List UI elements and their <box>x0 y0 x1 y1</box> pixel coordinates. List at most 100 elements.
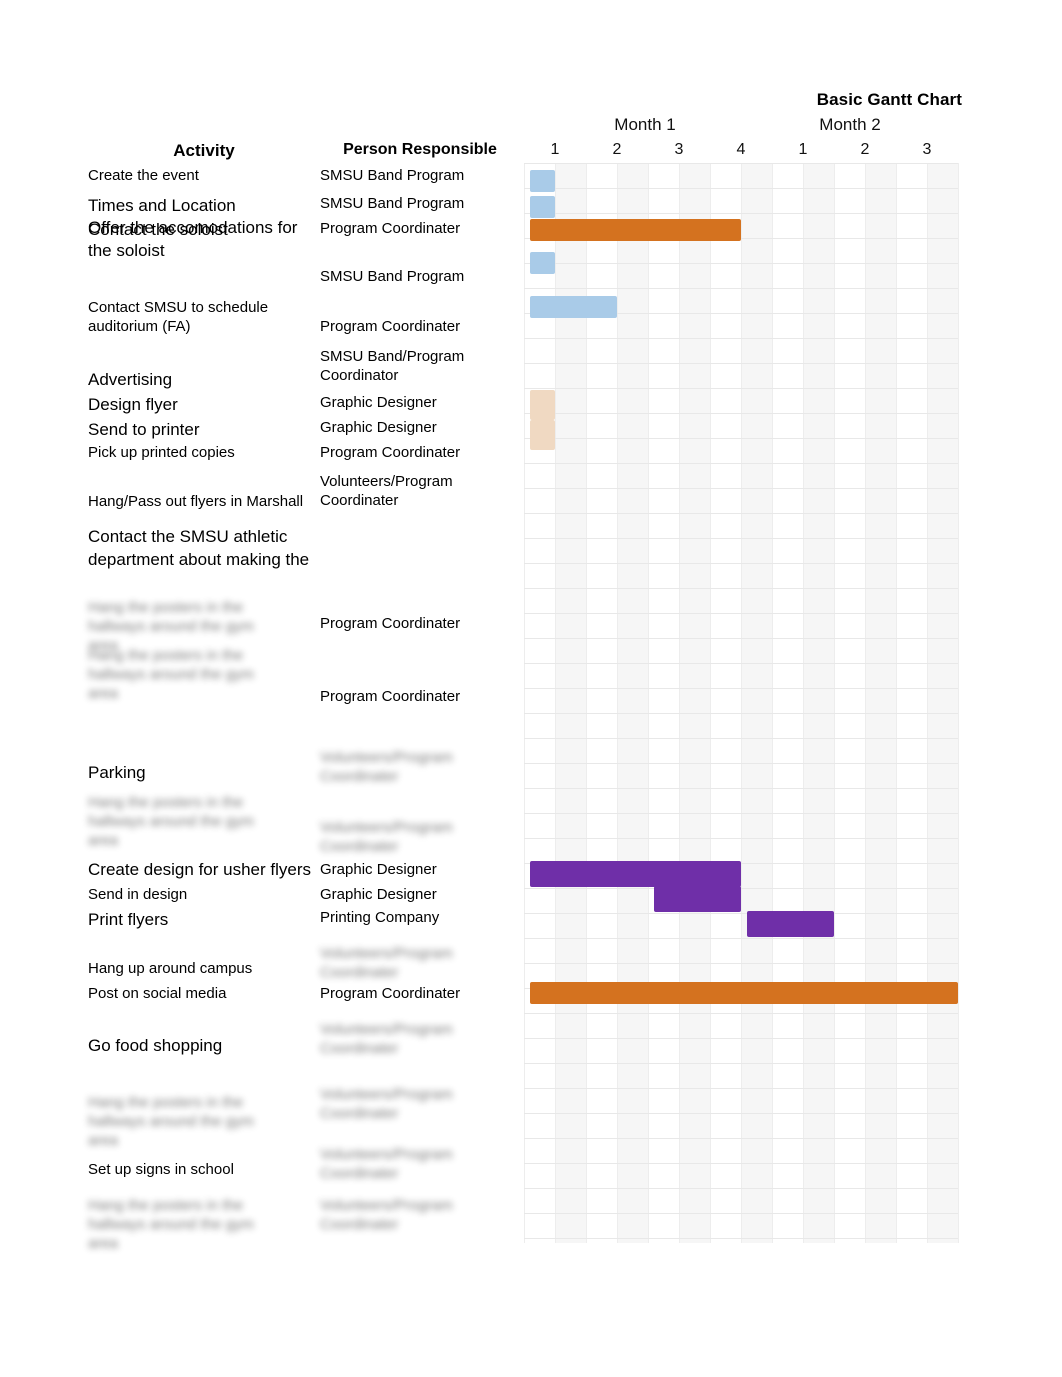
grid-column-line <box>927 163 928 1243</box>
grid-row-line <box>524 563 958 564</box>
grid-row-line <box>524 1013 958 1014</box>
grid-column <box>710 163 741 1243</box>
grid-column <box>865 163 896 1243</box>
person-responsible-cell: Volunteers/Program Coordinater <box>320 1021 453 1057</box>
activity-cell: Advertising <box>88 370 173 389</box>
month-label-1: Month 1 <box>614 115 676 134</box>
grid-column <box>524 163 555 1243</box>
activity-cell: Hang the posters in the hallways around … <box>88 1094 254 1149</box>
grid-row-line <box>524 813 958 814</box>
person-responsible-cell: Graphic Designer <box>320 419 437 436</box>
person-responsible-cell: SMSU Band Program <box>320 195 465 212</box>
grid-row-line <box>524 213 958 214</box>
person-responsible-cell: Printing Company <box>320 909 440 926</box>
activity-cell: Design flyer <box>88 395 178 414</box>
activity-cell: Parking <box>88 763 146 782</box>
grid-row-line <box>524 713 958 714</box>
column-header-activity: Activity <box>173 141 235 160</box>
grid-column-line <box>679 163 680 1243</box>
grid-column-line <box>710 163 711 1243</box>
gantt-bar[interactable] <box>530 296 617 318</box>
column-header-person-responsible: Person Responsible <box>343 141 497 158</box>
grid-column-line <box>865 163 866 1243</box>
activity-cell: Send in design <box>88 886 188 903</box>
activity-cell: Hang the posters in the hallways around … <box>88 794 254 849</box>
grid-column-line <box>586 163 587 1243</box>
activity-cell: Hang/Pass out flyers in Marshall <box>88 493 304 510</box>
person-responsible-cell: SMSU Band/Program Coordinator <box>320 348 465 384</box>
grid-row-line <box>524 1213 958 1214</box>
gantt-bar[interactable] <box>530 861 741 887</box>
activity-cell: Set up signs in school <box>88 1161 234 1178</box>
grid-column <box>927 163 958 1243</box>
grid-row-line <box>524 838 958 839</box>
activity-cell: Post on social media <box>88 985 227 1002</box>
grid-row-line <box>524 1088 958 1089</box>
gantt-grid <box>524 163 959 1243</box>
person-responsible-cell: Volunteers/Program Coordinater <box>320 473 453 509</box>
grid-row-line <box>524 788 958 789</box>
grid-column-line <box>648 163 649 1243</box>
gantt-bar[interactable] <box>530 196 555 218</box>
gantt-bar[interactable] <box>530 252 555 274</box>
grid-column <box>586 163 617 1243</box>
activity-cell: Go food shopping <box>88 1036 223 1055</box>
grid-row-line <box>524 763 958 764</box>
week-label: 2 <box>612 141 622 158</box>
grid-column-line <box>617 163 618 1243</box>
grid-row-line <box>524 1238 958 1239</box>
activity-cell: Times and Location <box>88 196 236 215</box>
grid-row-line <box>524 663 958 664</box>
grid-row-line <box>524 413 958 414</box>
grid-row-line <box>524 263 958 264</box>
grid-column-line <box>741 163 742 1243</box>
month-label-2: Month 2 <box>819 115 881 134</box>
grid-column <box>555 163 586 1243</box>
gantt-bar[interactable] <box>654 886 741 912</box>
grid-row-line <box>524 938 958 939</box>
grid-row-line <box>524 1188 958 1189</box>
grid-row-line <box>524 1163 958 1164</box>
week-label: 1 <box>798 141 808 158</box>
person-responsible-cell: Volunteers/Program Coordinater <box>320 1146 453 1182</box>
person-responsible-cell: Volunteers/Program Coordinater <box>320 749 453 785</box>
week-label: 2 <box>860 141 870 158</box>
grid-row-line <box>524 363 958 364</box>
grid-row-line <box>524 438 958 439</box>
grid-column-line <box>803 163 804 1243</box>
gantt-bar[interactable] <box>747 911 834 937</box>
grid-column <box>834 163 865 1243</box>
grid-row-line <box>524 463 958 464</box>
person-responsible-cell: Volunteers/Program Coordinater <box>320 1086 453 1122</box>
grid-column <box>772 163 803 1243</box>
grid-row-line <box>524 688 958 689</box>
page-title: Basic Gantt Chart <box>816 90 962 109</box>
gantt-bar[interactable] <box>530 219 741 241</box>
grid-row-line <box>524 613 958 614</box>
gantt-bar[interactable] <box>530 390 555 420</box>
gantt-bar[interactable] <box>530 170 555 192</box>
grid-row-line <box>524 1113 958 1114</box>
grid-column-line <box>834 163 835 1243</box>
person-responsible-cell: Volunteers/Program Coordinater <box>320 1197 453 1233</box>
person-responsible-cell: SMSU Band Program <box>320 167 465 184</box>
person-responsible-cell: Program Coordinater <box>320 985 461 1002</box>
person-responsible-cell: Program Coordinater <box>320 220 461 237</box>
grid-row-line <box>524 913 958 914</box>
gantt-bar[interactable] <box>530 982 958 1004</box>
grid-row-line <box>524 963 958 964</box>
grid-column-line <box>772 163 773 1243</box>
activity-cell: Contact the SMSU athletic department abo… <box>88 527 310 569</box>
grid-column <box>648 163 679 1243</box>
week-label: 1 <box>550 141 560 158</box>
grid-row-line <box>524 738 958 739</box>
gantt-bar[interactable] <box>530 420 555 450</box>
grid-column-line <box>896 163 897 1243</box>
person-responsible-cell: Graphic Designer <box>320 886 437 903</box>
activity-cell: Send to printer <box>88 420 200 439</box>
activity-cell: Create design for usher flyers <box>88 860 311 879</box>
person-responsible-cell: Graphic Designer <box>320 861 437 878</box>
person-responsible-cell: SMSU Band Program <box>320 268 465 285</box>
grid-row-line <box>524 338 958 339</box>
person-responsible-cell: Program Coordinater <box>320 318 461 335</box>
